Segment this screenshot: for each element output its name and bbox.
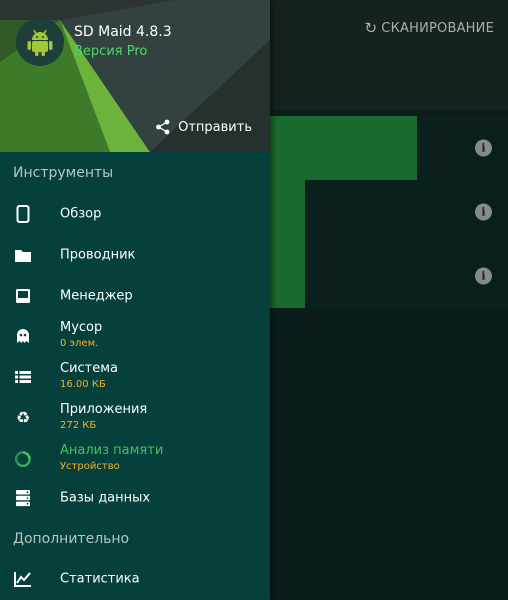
- nav-item-apps[interactable]: ♻ Приложения 272 КБ: [0, 398, 270, 438]
- nav-item-label: Мусор: [60, 320, 103, 335]
- recycle-icon: ♻: [15, 408, 31, 427]
- nav-item-subtitle: 0 элем.: [60, 338, 99, 349]
- info-icon[interactable]: i: [475, 267, 492, 285]
- list-icon: [14, 368, 32, 386]
- nav-item-explorer[interactable]: Проводник: [0, 235, 270, 275]
- phone-icon: [14, 205, 32, 223]
- nav-item-label: Статистика: [60, 571, 140, 587]
- nav-item-system[interactable]: Система 16.00 КБ: [0, 357, 270, 397]
- drawer-header: SD Maid 4.8.3 Версия Pro Отправить: [0, 0, 270, 152]
- refresh-icon: ↻: [364, 18, 378, 37]
- nav-item-databases[interactable]: Базы данных: [0, 478, 270, 518]
- scan-label: СКАНИРОВАНИЕ: [381, 20, 494, 36]
- nav-item-manager[interactable]: Менеджер: [0, 276, 270, 316]
- nav-item-label: Базы данных: [60, 490, 151, 506]
- app-logo: [16, 18, 64, 66]
- nav-item-subtitle: 16.00 КБ: [60, 379, 106, 390]
- tools-section-title: Инструменты: [13, 165, 114, 181]
- share-label: Отправить: [178, 119, 252, 135]
- nav-item-label: Анализ памяти: [60, 443, 164, 458]
- nav-item-storage-analyzer[interactable]: Анализ памяти Устройство: [0, 439, 270, 479]
- nav-item-statistics[interactable]: Статистика: [0, 559, 270, 599]
- storage-analyzer-icon: [14, 450, 32, 468]
- app-name: SD Maid 4.8.3: [74, 24, 172, 40]
- nav-item-label: Проводник: [60, 247, 136, 263]
- navigation-drawer: SD Maid 4.8.3 Версия Pro Отправить Инстр…: [0, 0, 270, 600]
- database-icon: [14, 489, 32, 507]
- nav-item-overview[interactable]: Обзор: [0, 194, 270, 234]
- nav-item-subtitle: Устройство: [60, 461, 120, 472]
- manager-icon: [14, 287, 32, 305]
- info-icon[interactable]: i: [475, 139, 492, 157]
- scan-button[interactable]: ↻ СКАНИРОВАНИЕ: [365, 18, 494, 38]
- chart-icon: [14, 570, 32, 588]
- nav-item-label: Менеджер: [60, 288, 133, 304]
- android-icon: [27, 29, 53, 56]
- extra-section-title: Дополнительно: [13, 531, 130, 547]
- app-edition: Версия Pro: [74, 44, 148, 59]
- ghost-icon: [14, 327, 32, 345]
- folder-icon: [14, 246, 32, 264]
- nav-item-label: Обзор: [60, 206, 102, 222]
- nav-item-label: Приложения: [60, 402, 148, 417]
- nav-item-junk[interactable]: Мусор 0 элем.: [0, 316, 270, 356]
- share-icon: [156, 119, 170, 135]
- share-button[interactable]: Отправить: [155, 119, 252, 135]
- nav-item-subtitle: 272 КБ: [60, 420, 97, 431]
- info-icon[interactable]: i: [475, 203, 492, 221]
- nav-item-label: Система: [60, 361, 119, 376]
